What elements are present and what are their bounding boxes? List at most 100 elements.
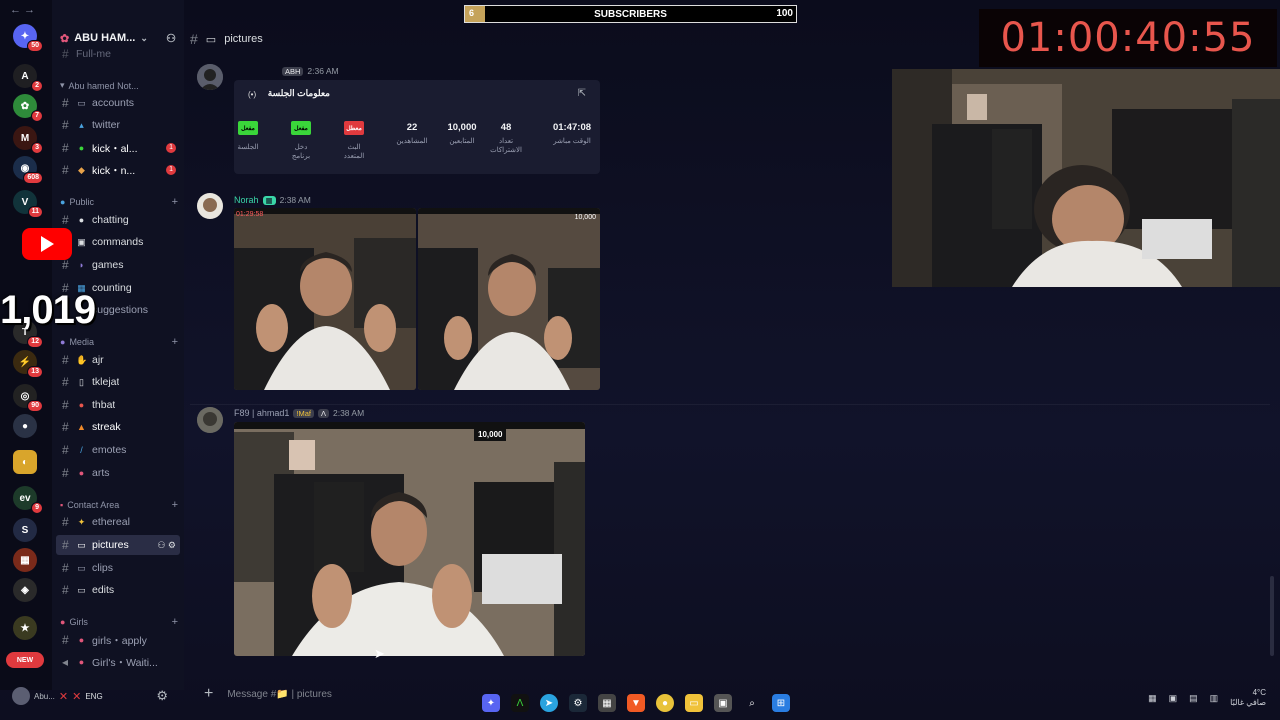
brave-icon[interactable]: ▼ [627,694,645,712]
app-icon[interactable]: Λ [511,694,529,712]
chrome-icon[interactable]: ● [656,694,674,712]
message-meta: ABH 2:36 AM [282,66,339,76]
tray-icon[interactable]: ▣ [1169,693,1178,704]
server-icon[interactable]: M3 [13,126,43,154]
telegram-icon[interactable]: ➤ [540,694,558,712]
server-icon[interactable]: ✿ 7 [13,94,43,122]
search-icon[interactable]: ⌕ [743,694,761,712]
add-user-icon[interactable]: ⚇ [166,32,176,45]
gear-icon[interactable]: ⚙ [156,688,168,704]
add-channel-icon[interactable]: + [172,616,178,628]
category-contact[interactable]: ▪ Contact Area + [60,499,178,511]
category-girls[interactable]: ● Girls + [60,616,178,628]
username: Abu... [34,691,55,701]
external-link-icon[interactable]: ⇱ [578,88,586,99]
channel-ethereal[interactable]: # ✦ ethereal [56,512,180,532]
server-icon[interactable]: ev 9 [13,486,43,514]
username[interactable]: Norah [234,195,259,205]
windows-icon[interactable]: ⊞ [772,694,790,712]
channel-commands[interactable]: #▣commands [56,232,180,252]
taskbar: ✦ Λ ➤ ⚙ ▦ ▼ ● ▭ ▣ ⌕ ⊞ [482,694,790,712]
hash-icon: # [190,31,198,47]
add-channel-icon[interactable]: + [172,499,178,511]
category-label: Contact Area [67,500,120,510]
channel-accounts[interactable]: # ▭ accounts [56,93,180,113]
image-attachment[interactable]: 10,000 [418,208,600,390]
avatar[interactable] [197,407,223,433]
image-attachment[interactable]: 10,000 [234,422,585,656]
discord-icon[interactable]: ✦ [482,694,500,712]
channel-label: tklejat [92,376,120,388]
live-icon: (•) [248,90,257,99]
server-icon[interactable]: S [13,518,37,542]
store-icon[interactable]: ▦ [598,694,616,712]
image-attachment[interactable]: 01:29:58 [234,208,416,390]
server-icon[interactable]: ⚡ 13 [13,350,43,378]
server-icon[interactable]: ★ [13,616,37,640]
timestamp: 2:38 AM [332,408,365,418]
channel-kick2[interactable]: # ◆ kick・n... 1 [56,160,180,180]
channel-twitter[interactable]: # ▴ twitter [56,115,180,135]
channel-label: thbat [92,399,116,411]
channel-chatting[interactable]: # ● chatting [56,210,180,230]
channel-fullme[interactable]: # Full-me [56,44,180,64]
add-channel-icon[interactable]: + [172,196,178,208]
avatar[interactable] [12,687,30,705]
server-icon[interactable]: ◈ [13,578,37,602]
channel-ajr[interactable]: # ✋ ajr [56,350,180,370]
channel-settings-icon[interactable]: ⚇ ⚙ [157,540,176,551]
app-icon[interactable]: ▣ [714,694,732,712]
channel-label: games [92,259,124,271]
chevron-icon: ▾ [60,80,65,90]
tray-icon[interactable]: ▥ [1210,693,1219,704]
server-icon[interactable]: ▦ [13,548,37,572]
channel-girlswait[interactable]: ◂ ● Girl's・Waiti... [56,652,180,672]
deafen-muted-icon[interactable]: ✕ [72,690,81,703]
discord-home-icon[interactable]: ✦ 50 [13,24,43,52]
server-icon[interactable]: V 11 [13,190,43,218]
category-abu[interactable]: ▾ Abu hamed Not... [60,80,178,91]
channel-tklejat[interactable]: # ▯ tklejat [56,372,180,392]
add-channel-icon[interactable]: + [172,336,178,348]
category-public[interactable]: ● Public + [60,196,178,208]
channel-kick1[interactable]: # ● kick・al... 1 [56,138,180,158]
channel-streak[interactable]: # ▲ streak [56,417,180,437]
channel-games[interactable]: # ◗ games [56,255,180,275]
channel-clips[interactable]: # ▭ clips [56,558,180,578]
server-icon[interactable]: ● [13,414,37,438]
category-media[interactable]: ● Media + [60,336,178,348]
back-arrow-icon[interactable]: ← → [10,4,35,16]
channel-edits[interactable]: # ▭ edits [56,580,180,600]
mic-muted-icon[interactable]: ✕ [59,690,68,703]
server-icon[interactable]: A2 [13,64,43,92]
new-badge[interactable]: NEW [6,652,44,668]
stream-timer: 01:00:40:55 [979,9,1277,67]
weather-widget[interactable]: 4°C صافي غالبًا [1230,688,1266,708]
speaker-icon: ◂ [62,655,69,669]
channel-emotes[interactable]: # / emotes [56,440,180,460]
language-indicator[interactable]: ENG [85,692,102,701]
steam-icon[interactable]: ⚙ [569,694,587,712]
tray-icon[interactable]: ▦ [1148,693,1157,704]
username[interactable]: F89 | ahmad1 [234,408,289,418]
palette-icon: ● [78,468,85,478]
server-icon[interactable]: ◉ 608 [13,156,43,184]
category-label: Abu hamed Not... [68,80,139,91]
tray-icon[interactable]: ▤ [1189,693,1198,704]
scrollbar[interactable] [1270,576,1274,656]
avatar[interactable] [197,64,223,90]
server-icon[interactable]: ◐ [13,450,37,474]
stat-subs: 48 تعداد الاشتراكات [486,122,526,155]
channel-thbat[interactable]: # ● thbat [56,395,180,415]
avatar[interactable] [197,193,223,219]
message-input[interactable]: Message #📁 | pictures [227,689,332,700]
pencil-icon: / [80,445,83,455]
channel-girlsapply[interactable]: # ● girls・apply [56,630,180,650]
add-attachment-icon[interactable]: + [204,685,213,703]
channel-arts[interactable]: # ● arts [56,463,180,483]
channel-pictures[interactable]: # ▭ pictures ⚇ ⚙ [56,535,180,555]
folder-icon[interactable]: ▭ [685,694,703,712]
channel-label: arts [92,467,110,479]
category-label: Public [69,197,94,207]
server-icon[interactable]: ◎ 90 [13,384,43,412]
